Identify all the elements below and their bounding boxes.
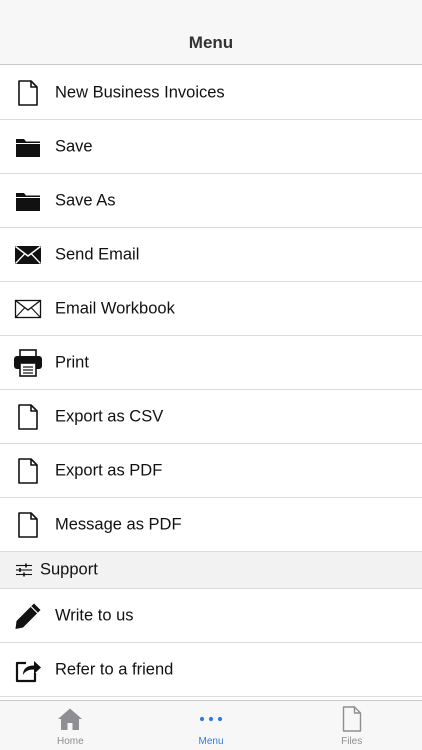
menu-item-refer-friend[interactable]: Refer to a friend [0,643,422,697]
menu-item-send-email[interactable]: Send Email [0,228,422,282]
tab-label: Home [56,736,84,747]
document-icon [13,402,43,432]
menu-item-label: Message as PDF [55,515,182,533]
menu-item-save-as[interactable]: Save As [0,174,422,228]
menu-item-export-csv[interactable]: Export as CSV [0,390,422,444]
sliders-icon [15,561,33,579]
share-icon [13,655,43,685]
menu-item-print[interactable]: Print [0,336,422,390]
envelope-outline-icon [13,294,43,324]
home-icon [57,706,83,732]
support-section-header: Support [0,552,422,589]
document-icon [13,456,43,486]
folder-icon [13,132,43,162]
menu-item-label: Save As [55,191,116,209]
tab-menu[interactable]: Menu [141,701,282,750]
menu-item-write-to-us[interactable]: Write to us [0,589,422,643]
tab-label: Menu [198,736,224,747]
menu-item-new-business-invoices[interactable]: New Business Invoices [0,66,422,120]
page-title: Menu [188,33,234,52]
menu-item-save[interactable]: Save [0,120,422,174]
menu-item-message-pdf[interactable]: Message as PDF [0,498,422,552]
menu-item-label: Email Workbook [55,299,175,317]
support-section-label: Support [40,560,98,579]
menu-item-label: Export as PDF [55,461,163,479]
menu-item-label: New Business Invoices [55,83,225,101]
more-dots-icon [198,706,224,732]
menu-item-email-workbook[interactable]: Email Workbook [0,282,422,336]
tab-label: Files [341,736,363,747]
menu-item-export-pdf[interactable]: Export as PDF [0,444,422,498]
menu-item-label: Export as CSV [55,407,164,425]
envelope-filled-icon [13,240,43,270]
printer-icon [13,348,43,378]
menu-item-label: Send Email [55,245,140,263]
navigation-bar: Menu [0,0,422,65]
menu-list: New Business Invoices Save Save As Send … [0,66,422,697]
menu-item-label: Refer to a friend [55,660,174,678]
document-icon [13,510,43,540]
tab-bar: Home Menu Files [0,700,422,750]
tab-home[interactable]: Home [0,701,141,750]
menu-item-label: Print [55,353,89,371]
menu-item-label: Save [55,137,93,155]
tab-files[interactable]: Files [281,701,422,750]
file-icon [339,706,365,732]
folder-icon [13,186,43,216]
document-icon [13,78,43,108]
menu-item-label: Write to us [55,606,134,624]
pencil-icon [13,601,43,631]
